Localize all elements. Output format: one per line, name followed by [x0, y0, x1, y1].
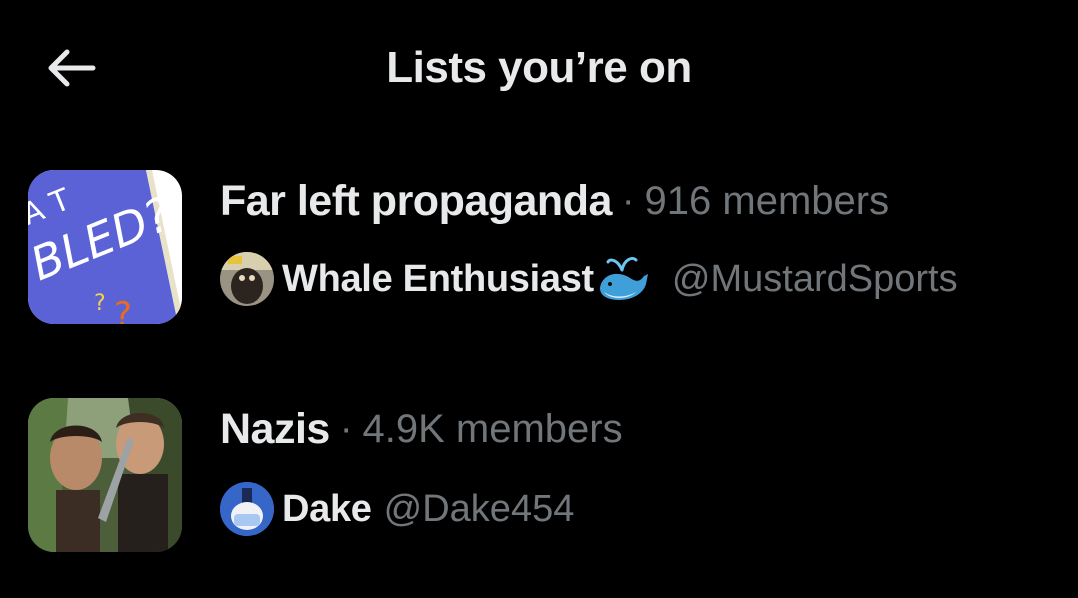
list-item-nazis[interactable]: Nazis · 4.9K members Dake @Dake454: [0, 398, 1078, 588]
list-title-row: Nazis · 4.9K members: [220, 398, 623, 460]
member-count: 916 members: [644, 178, 890, 223]
avatar: [220, 252, 274, 306]
list-owner-row: Dake @Dake454: [220, 478, 574, 540]
list-title-row: Far left propaganda · 916 members: [220, 170, 889, 232]
svg-text:?: ?: [94, 291, 106, 316]
top-bar: Lists you’re on: [0, 0, 1078, 140]
list-name: Far left propaganda: [220, 176, 612, 225]
whale-icon: [599, 256, 648, 300]
member-count: 4.9K members: [362, 406, 623, 451]
owner-display-name: Dake: [282, 487, 372, 530]
list-item-far-left-propaganda[interactable]: BLED? A T ? ? Far left propaganda · 916 …: [0, 170, 1078, 360]
separator-dot: ·: [621, 179, 635, 222]
owner-handle: @Dake454: [383, 487, 575, 530]
owner-handle: @MustardSports: [671, 257, 958, 300]
avatar: [220, 482, 274, 536]
separator-dot: ·: [339, 407, 353, 450]
page-title: Lists you’re on: [386, 43, 692, 92]
list-thumbnail: BLED? A T ? ?: [28, 170, 182, 324]
owner-display-name: Whale Enthusiast: [282, 257, 594, 300]
list-name: Nazis: [220, 404, 330, 453]
svg-text:?: ?: [114, 295, 132, 324]
list-thumbnail: [28, 398, 182, 552]
list-owner-row: Whale Enthusiast @MustardSports: [220, 248, 958, 310]
